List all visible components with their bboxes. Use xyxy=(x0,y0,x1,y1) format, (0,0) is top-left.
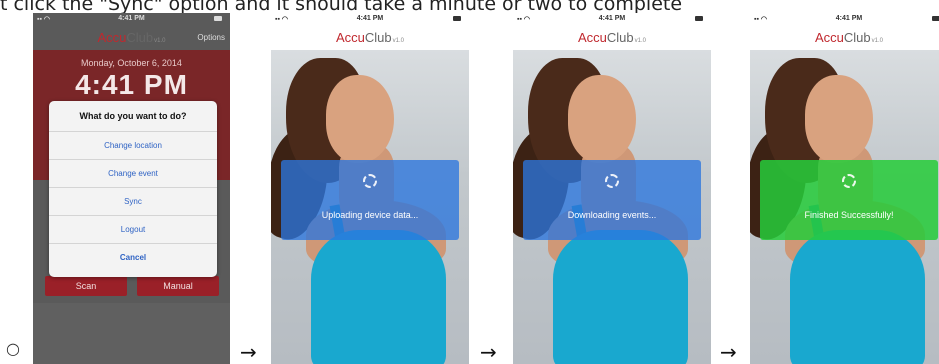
step-arrow: → xyxy=(480,340,497,364)
brand-version: v1.0 xyxy=(871,38,883,44)
screen-uploading: ▪▪ ◠ 4:41 PM AccuClubv1.0 Uploading devi… xyxy=(271,13,469,364)
scan-button[interactable]: Scan xyxy=(45,276,127,296)
brand-version: v1.0 xyxy=(154,38,166,44)
app-header: AccuClubv1.0 xyxy=(750,26,939,50)
status-time: 4:41 PM xyxy=(835,15,863,22)
progress-status: Uploading device data... xyxy=(321,210,419,220)
battery-icon xyxy=(453,16,461,21)
screen-finished: ▪▪ ◠ 4:41 PM AccuClubv1.0 Finished Succe… xyxy=(750,13,939,364)
progress-overlay: Downloading events... xyxy=(523,160,701,240)
dialog-title: What do you want to do? xyxy=(79,111,187,121)
action-dialog: What do you want to do? Change location … xyxy=(49,101,217,277)
brand-accu: Accu xyxy=(578,30,607,45)
app-header: AccuClubv1.0 xyxy=(513,26,711,50)
options-button[interactable]: Options xyxy=(197,26,225,50)
spinner-icon xyxy=(842,174,856,188)
sync-option[interactable]: Sync xyxy=(49,187,217,215)
brand-version: v1.0 xyxy=(392,38,404,44)
spinner-icon xyxy=(363,174,377,188)
app-header: AccuClubv1.0 Options xyxy=(33,26,230,50)
change-location-option[interactable]: Change location xyxy=(49,131,217,159)
lower-panel xyxy=(33,303,230,364)
brand-club: Club xyxy=(364,30,392,45)
status-time: 4:41 PM xyxy=(598,15,626,22)
success-overlay: Finished Successfully! xyxy=(760,160,938,240)
progress-overlay: Uploading device data... xyxy=(281,160,459,240)
battery-icon xyxy=(214,16,222,21)
brand-club: Club xyxy=(606,30,634,45)
status-bar: ▪▪ ◠ 4:41 PM xyxy=(33,13,230,26)
brand-club: Club xyxy=(126,30,154,45)
screen-action-menu: ▪▪ ◠ 4:41 PM AccuClubv1.0 Options Monday… xyxy=(33,13,230,364)
status-bar: ▪▪ ◠ 4:41 PM xyxy=(513,13,711,26)
status-time: 4:41 PM xyxy=(118,15,145,22)
brand-version: v1.0 xyxy=(634,38,646,44)
screen-downloading: ▪▪ ◠ 4:41 PM AccuClubv1.0 Downloading ev… xyxy=(513,13,711,364)
success-status: Finished Successfully! xyxy=(804,210,894,220)
brand-accu: Accu xyxy=(815,30,844,45)
cancel-option[interactable]: Cancel xyxy=(49,243,217,271)
current-time: 4:41 PM xyxy=(75,69,188,100)
status-time: 4:41 PM xyxy=(356,15,384,22)
change-event-option[interactable]: Change event xyxy=(49,159,217,187)
brand-accu: Accu xyxy=(336,30,365,45)
app-header: AccuClubv1.0 xyxy=(271,26,469,50)
status-bar: ▪▪ ◠ 4:41 PM xyxy=(750,13,939,26)
battery-icon xyxy=(932,16,939,21)
step-arrow: → xyxy=(720,340,737,364)
spinner-icon xyxy=(605,174,619,188)
logout-option[interactable]: Logout xyxy=(49,215,217,243)
manual-button[interactable]: Manual xyxy=(137,276,219,296)
battery-icon xyxy=(695,16,703,21)
status-bar: ▪▪ ◠ 4:41 PM xyxy=(271,13,469,26)
brand-club: Club xyxy=(843,30,871,45)
brand-accu: Accu xyxy=(97,30,127,45)
progress-status: Downloading events... xyxy=(567,210,657,220)
step-arrow: → xyxy=(240,340,257,364)
current-date: Monday, October 6, 2014 xyxy=(81,58,182,68)
list-bullet: ○ xyxy=(6,339,20,358)
